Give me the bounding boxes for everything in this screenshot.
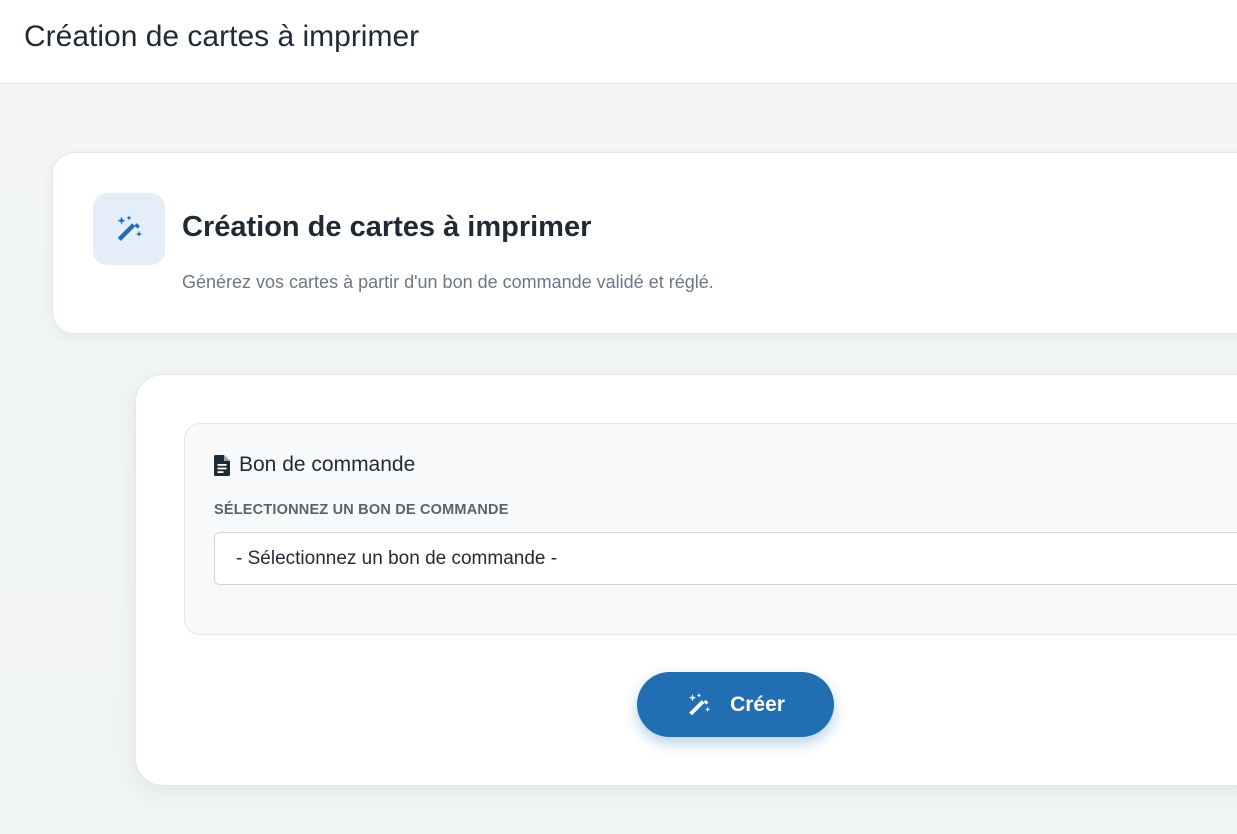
magic-wand-icon	[686, 692, 712, 718]
purchase-order-select[interactable]: - Sélectionnez un bon de commande -	[214, 532, 1237, 585]
magic-wand-icon	[114, 214, 144, 244]
purchase-order-select-value: - Sélectionnez un bon de commande -	[236, 548, 558, 569]
top-bar: Création de cartes à imprimer	[0, 0, 1237, 84]
create-button-label: Créer	[730, 692, 785, 716]
section-header: Bon de commande	[214, 452, 415, 478]
page-title: Création de cartes à imprimer	[24, 20, 420, 53]
header-card: Création de cartes à imprimer Générez vo…	[52, 152, 1237, 334]
document-icon	[214, 454, 230, 476]
purchase-order-section: Bon de commande SÉLECTIONNEZ UN BON DE C…	[184, 423, 1237, 635]
form-card: Bon de commande SÉLECTIONNEZ UN BON DE C…	[135, 374, 1237, 786]
header-subtitle: Générez vos cartes à partir d'un bon de …	[182, 272, 714, 292]
header-title: Création de cartes à imprimer	[182, 211, 592, 243]
header-icon-box	[93, 193, 165, 265]
create-button[interactable]: Créer	[637, 672, 834, 737]
section-title: Bon de commande	[239, 453, 416, 476]
purchase-order-field-label: SÉLECTIONNEZ UN BON DE COMMANDE	[214, 502, 509, 518]
